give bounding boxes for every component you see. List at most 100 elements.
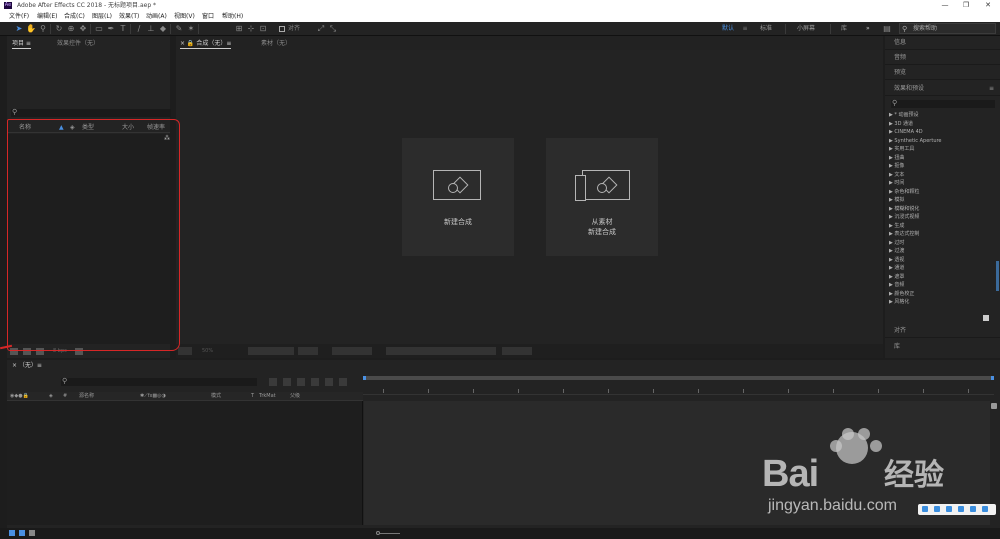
share-icon[interactable] — [922, 506, 928, 512]
effect-category[interactable]: ▶ 文本 — [889, 172, 904, 179]
menu-animation[interactable]: 动画(A) — [146, 12, 167, 21]
camera-tool-icon[interactable]: ⊕ — [66, 24, 76, 34]
camera-view-dropdown[interactable] — [332, 347, 372, 355]
snap-icon[interactable]: ⤢ — [316, 24, 326, 34]
project-search-input[interactable]: ⚲ — [11, 108, 171, 117]
close-button[interactable]: ✕ — [977, 0, 999, 11]
share-icon[interactable] — [970, 506, 976, 512]
workspace-library[interactable]: 库 — [841, 24, 847, 34]
workspace-edit-icon[interactable]: ▤ — [882, 24, 892, 34]
axis-world-icon[interactable]: ⊹ — [246, 24, 256, 34]
effect-category[interactable]: ▶ 颜色校正 — [889, 291, 914, 298]
align-checkbox[interactable] — [279, 26, 285, 32]
share-icon[interactable] — [946, 506, 952, 512]
snapshot-icon[interactable] — [298, 347, 318, 355]
rotate-tool-icon[interactable]: ↻ — [54, 24, 64, 34]
roto-brush-tool-icon[interactable]: ✎ — [174, 24, 184, 34]
av-features-icons[interactable]: ◉◆●🔒 — [10, 392, 29, 401]
col-parent[interactable]: 父级 — [290, 392, 300, 401]
more-workspaces-button[interactable]: » — [866, 24, 870, 34]
effect-category[interactable]: ▶ 过时 — [889, 240, 904, 247]
effects-scrollbar[interactable] — [996, 261, 999, 291]
type-tool-icon[interactable]: T — [118, 24, 128, 34]
workspace-menu-icon[interactable]: ≡ — [740, 24, 750, 34]
comp-navigator-icon[interactable] — [991, 403, 997, 409]
align-panel-header[interactable]: 对齐 — [885, 324, 1000, 338]
share-icon[interactable] — [982, 506, 988, 512]
draft-3d-icon[interactable] — [283, 378, 291, 386]
effects-menu-icon[interactable]: ≡ — [989, 85, 994, 92]
workspace-default[interactable]: 默认 — [722, 24, 734, 34]
menu-file[interactable]: 文件(F) — [9, 12, 29, 21]
info-panel-header[interactable]: 信息 — [885, 36, 1000, 50]
effect-category[interactable]: ▶ Synthetic Aperture — [889, 138, 942, 145]
new-preset-icon[interactable] — [983, 315, 989, 321]
in-out-toggle-icon[interactable] — [29, 530, 35, 536]
menu-effect[interactable]: 效果(T) — [119, 12, 139, 21]
effect-category[interactable]: ▶ 模拟 — [889, 197, 904, 204]
workspace-standard[interactable]: 标准 — [760, 24, 772, 34]
menu-layer[interactable]: 图层(L) — [92, 12, 112, 21]
clone-stamp-tool-icon[interactable]: ⊥ — [146, 24, 156, 34]
effect-category[interactable]: ▶ 过渡 — [889, 248, 904, 255]
menu-view[interactable]: 视图(V) — [174, 12, 195, 21]
comp-flowchart-icon[interactable] — [269, 378, 277, 386]
work-area-bar[interactable] — [363, 376, 994, 380]
timeline-zoom-slider[interactable] — [380, 533, 400, 534]
new-composition-button[interactable]: 新建合成 — [402, 138, 514, 256]
tab-composition[interactable]: × 🔒 合成（无）≡ — [180, 40, 232, 49]
frame-blending-icon[interactable] — [311, 378, 319, 386]
effect-category[interactable]: ▶ 透视 — [889, 257, 904, 264]
selection-tool-icon[interactable]: ➤ — [14, 24, 24, 34]
shy-layers-icon[interactable] — [297, 378, 305, 386]
menu-composition[interactable]: 合成(C) — [64, 12, 85, 21]
pen-tool-icon[interactable]: ✒ — [106, 24, 116, 34]
effect-category[interactable]: ▶ 扭曲 — [889, 155, 904, 162]
minimize-button[interactable]: — — [934, 0, 956, 11]
work-area-start-handle[interactable] — [363, 376, 366, 380]
effect-category[interactable]: ▶ 通道 — [889, 265, 904, 272]
new-comp-from-footage-button[interactable]: 从素材 新建合成 — [546, 138, 658, 256]
maximize-button[interactable]: ❐ — [955, 0, 977, 11]
pan-behind-tool-icon[interactable]: ✥ — [78, 24, 88, 34]
effect-category[interactable]: ▶ 生成 — [889, 223, 904, 230]
always-preview-icon[interactable] — [178, 347, 192, 355]
zoom-tool-icon[interactable]: ⚲ — [38, 24, 48, 34]
view-layout-dropdown[interactable] — [386, 347, 496, 355]
audio-panel-header[interactable]: 音频 — [885, 51, 1000, 65]
workspace-small-screen[interactable]: 小屏幕 — [797, 24, 815, 34]
axis-local-icon[interactable]: ⊞ — [234, 24, 244, 34]
effect-category[interactable]: ▶ 音频 — [889, 282, 904, 289]
tab-project[interactable]: 项目 ≡ — [12, 40, 31, 49]
menu-edit[interactable]: 编辑(E) — [37, 12, 57, 21]
brush-tool-icon[interactable]: ∕ — [134, 24, 144, 34]
exposure-control[interactable] — [502, 347, 532, 355]
tab-timeline[interactable]: × （无）≡ — [12, 362, 42, 370]
hand-tool-icon[interactable]: ✋ — [26, 24, 36, 34]
col-source-name[interactable]: 源名称 — [79, 392, 94, 401]
preview-panel-header[interactable]: 预览 — [885, 66, 1000, 80]
effect-category[interactable]: ▶ 遮罩 — [889, 274, 904, 281]
effect-category[interactable]: ▶ 模糊和锐化 — [889, 206, 919, 213]
effect-category[interactable]: ▶ 时间 — [889, 180, 904, 187]
effects-search-input[interactable]: ⚲ — [891, 99, 995, 108]
effect-category[interactable]: ▶ 抠像 — [889, 163, 904, 170]
eraser-tool-icon[interactable]: ◆ — [158, 24, 168, 34]
menu-help[interactable]: 帮助(H) — [222, 12, 243, 21]
layer-number-column[interactable]: # — [63, 392, 67, 401]
tab-effect-controls[interactable]: 效果控件（无） — [57, 40, 99, 48]
layer-switches-toggle-icon[interactable] — [9, 530, 15, 536]
motion-blur-icon[interactable] — [325, 378, 333, 386]
switches-column-icons[interactable]: ✱⟋fx▩◎◑ — [140, 392, 166, 401]
share-icon[interactable] — [958, 506, 964, 512]
rectangle-tool-icon[interactable]: ▭ — [94, 24, 104, 34]
effect-category[interactable]: ▶ 风格化 — [889, 299, 909, 306]
library-panel-header[interactable]: 库 — [885, 340, 1000, 354]
col-t[interactable]: T — [251, 392, 254, 401]
effect-category[interactable]: ▶ 杂色和颗粒 — [889, 189, 919, 196]
menu-window[interactable]: 窗口 — [202, 12, 214, 21]
effect-category[interactable]: ▶ * 动画预设 — [889, 112, 919, 119]
layers-list[interactable] — [7, 401, 363, 525]
work-area-end-handle[interactable] — [991, 376, 994, 380]
time-ruler[interactable] — [363, 386, 994, 395]
